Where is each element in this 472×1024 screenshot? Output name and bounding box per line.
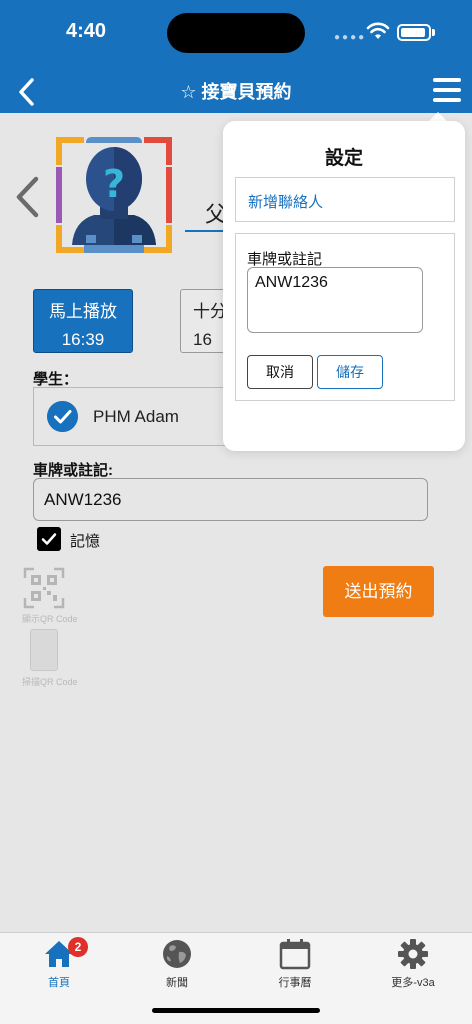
menu-button[interactable] xyxy=(430,76,464,106)
tab-more[interactable]: 更多-v3a xyxy=(354,936,472,996)
student-name: PHM Adam xyxy=(93,407,179,426)
notification-badge: 2 xyxy=(68,937,88,957)
remember-checkbox[interactable] xyxy=(37,527,61,551)
button-label: 馬上播放 xyxy=(49,302,117,321)
previous-parent-button[interactable] xyxy=(12,175,42,219)
tab-home[interactable]: 首頁 xyxy=(0,936,118,996)
play-now-button[interactable]: 馬上播放 16:39 xyxy=(33,289,133,353)
gear-icon xyxy=(398,939,428,969)
calendar-icon xyxy=(279,939,311,970)
globe-icon xyxy=(163,940,191,968)
hamburger-icon xyxy=(433,98,461,102)
button-time: 16:39 xyxy=(61,330,105,349)
tab-calendar[interactable]: 行事曆 xyxy=(236,936,354,996)
qr-scan-label: 掃描QR Code xyxy=(22,677,78,687)
tab-label: 首頁 xyxy=(48,977,70,989)
popover-title: 設定 xyxy=(324,148,363,169)
note-textarea[interactable] xyxy=(247,267,423,333)
unknown-person-avatar: ? xyxy=(56,137,172,253)
note-label: 車牌或註記 xyxy=(247,251,323,268)
remember-label: 記憶 xyxy=(70,533,101,550)
dynamic-island xyxy=(167,13,305,53)
checkmark-circle-icon[interactable] xyxy=(47,401,78,432)
wifi-icon xyxy=(366,22,390,39)
plate-label: 車牌或註記: xyxy=(33,462,113,479)
hamburger-icon xyxy=(433,78,461,82)
hamburger-icon xyxy=(433,88,461,92)
home-indicator xyxy=(152,1008,320,1013)
cancel-button[interactable]: 取消 xyxy=(247,355,313,389)
chevron-left-icon xyxy=(16,176,39,218)
page-title: ☆ 接寶貝預約 xyxy=(180,82,292,102)
plate-input[interactable] xyxy=(33,478,428,521)
status-time: 4:40 xyxy=(66,20,107,42)
battery-nub xyxy=(432,29,435,36)
battery-icon xyxy=(397,24,431,41)
add-contact-button[interactable]: 新增聯絡人 xyxy=(235,177,455,222)
cellular-signal-icon: ●●●● xyxy=(334,32,367,43)
qr-code-icon[interactable] xyxy=(23,567,65,609)
tab-label: 更多-v3a xyxy=(391,977,435,989)
svg-text:?: ? xyxy=(103,162,125,206)
scan-qr-icon[interactable] xyxy=(30,629,58,671)
save-button[interactable]: 儲存 xyxy=(317,355,383,389)
tab-news[interactable]: 新聞 xyxy=(118,936,236,996)
student-section-label: 學生： xyxy=(33,371,79,388)
tab-label: 新聞 xyxy=(166,977,188,989)
tab-label: 行事曆 xyxy=(278,977,312,989)
qr-show-label: 顯示QR Code xyxy=(22,614,78,624)
submit-reservation-button[interactable]: 送出預約 xyxy=(323,566,434,617)
